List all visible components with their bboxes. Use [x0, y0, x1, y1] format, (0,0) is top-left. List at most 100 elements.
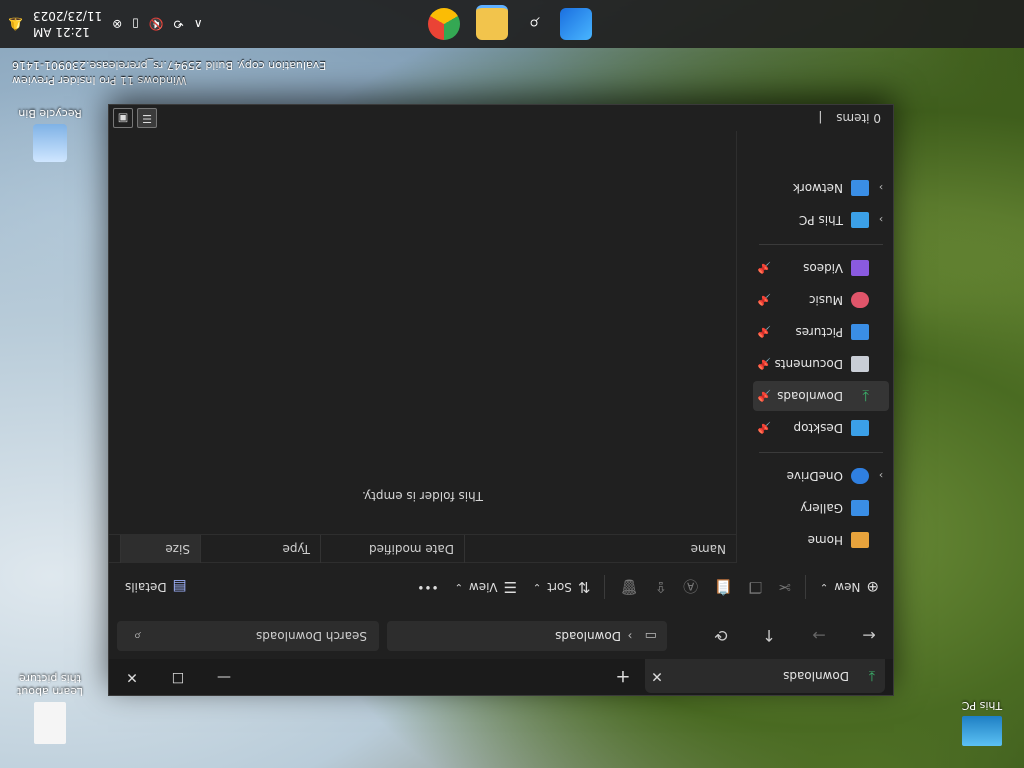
address-field[interactable]: ▭ › Downloads	[387, 621, 667, 651]
item-count: 0 items |	[818, 111, 881, 125]
plus-circle-icon: ⊕	[866, 578, 879, 596]
sidebar-item-label: Network	[792, 181, 843, 195]
folder-icon: ▭	[644, 628, 657, 644]
desktop-icon-label: This PC	[961, 699, 1003, 712]
chrome-icon[interactable]	[428, 8, 460, 40]
desktop-icon-recycle-bin[interactable]: Recycle Bin	[10, 107, 90, 162]
forward-button[interactable]: →	[805, 623, 833, 647]
cloud-icon	[851, 468, 869, 484]
maximize-button[interactable]: ☐	[155, 659, 201, 695]
sidebar-item-this-pc[interactable]: › This PC	[753, 205, 889, 235]
divider	[804, 575, 806, 599]
sidebar-item-downloads[interactable]: ⤓ Downloads 📌	[753, 381, 889, 411]
clock[interactable]: 12:21 AM 11/23/2023	[33, 8, 102, 40]
rename-button[interactable]: Ⓐ	[675, 571, 706, 603]
sidebar-item-label: Documents	[774, 357, 843, 371]
list-view-icon: ☰	[503, 578, 517, 596]
paste-button[interactable]: 📋	[706, 571, 741, 603]
up-button[interactable]: ↑	[755, 623, 783, 647]
breadcrumb-separator[interactable]: ›	[621, 629, 639, 643]
breadcrumb-downloads[interactable]: Downloads	[387, 629, 621, 643]
pin-icon: 📌	[757, 293, 771, 307]
share-icon: ⇪	[654, 578, 668, 596]
column-date-modified[interactable]: Date modified	[320, 535, 464, 563]
notification-icon[interactable]: ⊗	[112, 17, 122, 31]
tiles-view-icon[interactable]: ▣	[113, 108, 133, 128]
sidebar-item-videos[interactable]: Videos 📌	[753, 253, 889, 283]
details-label: Details	[125, 580, 167, 594]
copy-button[interactable]: ❐	[741, 571, 770, 603]
details-pane-icon: ▤	[172, 578, 187, 596]
chevron-right-icon[interactable]: ›	[873, 214, 889, 227]
tab-label: Downloads	[783, 669, 849, 683]
share-button[interactable]: ⇪	[647, 571, 676, 603]
desktop-icon-learn-about-picture[interactable]: Learn about this picture	[10, 672, 90, 744]
back-button[interactable]: ←	[855, 623, 883, 647]
volume-icon[interactable]: 🔇	[149, 17, 164, 31]
see-more-button[interactable]: •••	[409, 571, 446, 603]
start-button[interactable]	[560, 8, 592, 40]
sidebar-item-label: Pictures	[795, 325, 843, 339]
copy-icon: ❐	[748, 578, 763, 596]
file-explorer-taskbar-icon[interactable]	[476, 5, 508, 40]
search-input[interactable]: Search Downloads	[141, 629, 379, 643]
sidebar-item-documents[interactable]: Documents 📌	[753, 349, 889, 379]
sidebar-item-home[interactable]: Home	[753, 525, 889, 555]
sidebar-item-label: Desktop	[793, 421, 844, 435]
view-button[interactable]: ☰ View ⌄	[447, 571, 525, 603]
sidebar-item-desktop[interactable]: Desktop 📌	[753, 413, 889, 443]
close-button[interactable]: ✕	[109, 659, 155, 695]
column-type[interactable]: Type	[200, 535, 320, 563]
status-bar: 0 items | ☰ ▣	[109, 105, 893, 131]
file-list[interactable]: Name Date modified Type Size This folder…	[109, 131, 736, 563]
pin-icon: 📌	[757, 421, 771, 435]
trash-icon: 🗑	[619, 578, 639, 596]
chevron-up-icon[interactable]: ∧	[194, 17, 203, 31]
scissors-icon: ✂	[778, 578, 791, 596]
column-size[interactable]: Size	[120, 535, 200, 563]
tab-close-icon[interactable]: ✕	[645, 668, 669, 684]
desktop-folder-icon	[851, 420, 869, 436]
new-tab-button[interactable]: +	[611, 665, 635, 687]
desktop-icon-this-pc[interactable]: This PC	[942, 699, 1022, 746]
chevron-right-icon[interactable]: ›	[873, 470, 889, 483]
bell-icon[interactable]: 🔔	[8, 17, 23, 31]
rename-icon: Ⓐ	[683, 577, 699, 596]
chevron-down-icon: ⌄	[532, 581, 542, 593]
sidebar-item-gallery[interactable]: Gallery	[753, 493, 889, 523]
refresh-button[interactable]: ⟳	[707, 623, 735, 647]
cut-button[interactable]: ✂	[770, 571, 799, 603]
network-icon	[851, 180, 869, 196]
details-view-icon[interactable]: ☰	[137, 108, 157, 128]
chevron-right-icon[interactable]: ›	[873, 182, 889, 195]
minimize-button[interactable]: —	[201, 659, 247, 695]
sidebar-item-label: Gallery	[800, 501, 843, 515]
view-label: View	[468, 580, 498, 594]
divider	[604, 575, 606, 599]
network-icon[interactable]: ⟲	[174, 17, 184, 31]
title-bar: ⤓ Downloads ✕ + — ☐ ✕	[109, 659, 893, 695]
sidebar-item-onedrive[interactable]: › OneDrive	[753, 461, 889, 491]
column-name[interactable]: Name	[464, 535, 736, 563]
command-bar: ⊕ New ⌄ ✂ ❐ 📋 Ⓐ ⇪ 🗑 ⇅ Sort ⌄ ☰ View ⌄ ••…	[109, 562, 893, 611]
sidebar-item-label: This PC	[799, 213, 843, 227]
sidebar-item-network[interactable]: › Network	[753, 173, 889, 203]
system-tray: ∧ ⟲ 🔇 ▯ ⊗ 12:21 AM 11/23/2023 🔔	[8, 0, 203, 48]
sort-button[interactable]: ⇅ Sort ⌄	[525, 571, 599, 603]
clipboard-icon: 📋	[714, 578, 733, 596]
search-box[interactable]: Search Downloads ⌕	[117, 621, 379, 651]
video-icon	[851, 260, 869, 276]
tab-downloads[interactable]: ⤓ Downloads ✕	[645, 659, 885, 693]
details-button[interactable]: ▤ Details	[117, 571, 195, 603]
sidebar-item-pictures[interactable]: Pictures 📌	[753, 317, 889, 347]
battery-icon[interactable]: ▯	[132, 17, 139, 31]
search-icon[interactable]: ⌕	[518, 8, 550, 40]
new-button[interactable]: ⊕ New ⌄	[812, 571, 887, 603]
recycle-bin-icon	[33, 124, 67, 162]
file-explorer-window: ⤓ Downloads ✕ + — ☐ ✕ ← → ↑ ⟳ ▭ › Downlo…	[108, 104, 894, 696]
delete-button[interactable]: 🗑	[611, 571, 646, 603]
empty-folder-message: This folder is empty.	[362, 489, 483, 503]
search-icon: ⌕	[133, 628, 141, 644]
sidebar-item-music[interactable]: Music 📌	[753, 285, 889, 315]
download-arrow-icon: ⤓	[862, 387, 869, 405]
